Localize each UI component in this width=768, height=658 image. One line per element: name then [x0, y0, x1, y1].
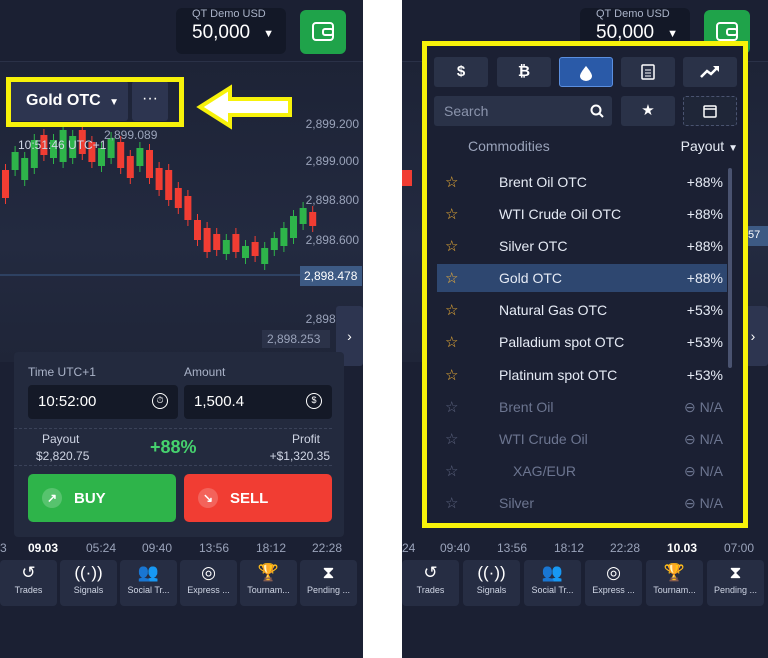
profit-value: +$1,320.35 [269, 449, 330, 463]
nav-pending[interactable]: ⧗ Pending ... [707, 560, 764, 606]
time-axis: 3 09.03 05:24 09:40 13:56 18:12 22:28 [0, 538, 363, 558]
nav-label: Express ... [592, 585, 635, 595]
arrow-up-right-icon: ↗ [42, 488, 62, 508]
current-price-tag: 57 [746, 226, 768, 246]
nav-label: Pending ... [306, 585, 351, 595]
nav-label: Signals [476, 585, 507, 595]
amount-input[interactable]: 1,500.4 $ [184, 385, 332, 419]
time-tick: 10.03 [667, 541, 698, 555]
right-screen: QT Demo USD 50,000 ▼ 57 › $ ₿ Search ★ C… [402, 0, 768, 658]
payout-percent: +88% [150, 437, 197, 457]
nav-label: Tournam... [653, 585, 696, 595]
nav-tournaments[interactable]: 🏆 Tournam... [240, 560, 297, 606]
clock-toggle-icon[interactable]: ⏱ [152, 393, 168, 409]
arrow-down-right-icon: ↘ [198, 488, 218, 508]
payout-row: Payout $2,820.75 +88% Profit +$1,320.35 [14, 428, 332, 466]
nav-label: Signals [73, 585, 104, 595]
amount-label: Amount [184, 365, 226, 379]
payout-value: $2,820.75 [36, 449, 90, 463]
users-icon: 👥 [137, 563, 160, 582]
profit-label: Profit [291, 432, 320, 446]
hourglass-icon: ⧗ [729, 563, 742, 582]
nav-label: Trades [416, 585, 445, 595]
signal-icon: ((·)) [74, 563, 103, 582]
account-type: QT Demo USD [596, 8, 670, 20]
time-tick: 09:40 [142, 541, 173, 555]
chevron-down-icon: ▼ [667, 28, 678, 40]
payout-label: Payout [42, 432, 80, 446]
highlight-box [422, 41, 748, 528]
bottom-nav: ↺ Trades ((·)) Signals 👥 Social Tr... ◎ Expr… [0, 560, 363, 606]
nav-signals[interactable]: ((·)) Signals [60, 560, 117, 606]
wallet-button[interactable] [300, 10, 346, 54]
time-tick: 07:00 [724, 541, 755, 555]
nav-label: Tournam... [247, 585, 290, 595]
time-label: Time UTC+1 [28, 365, 96, 379]
nav-label: Express ... [187, 585, 230, 595]
arrow-annotation-icon [196, 84, 292, 130]
account-balance-selector[interactable]: QT Demo USD 50,000 ▼ [176, 8, 286, 54]
time-tick: 13:56 [497, 541, 528, 555]
nav-social-trading[interactable]: 👥 Social Tr... [120, 560, 177, 606]
time-tick: 09.03 [28, 541, 59, 555]
price-marker: 2,899.089 [104, 128, 158, 142]
price-label: 2,899.000 [305, 154, 359, 168]
time-tick: 24 [402, 541, 416, 555]
dollar-icon[interactable]: $ [306, 393, 322, 409]
price-label: 2,899.200 [305, 117, 359, 131]
buy-button[interactable]: ↗ BUY [28, 474, 176, 522]
nav-label: Pending ... [713, 585, 758, 595]
amount-value: 1,500.4 [194, 393, 245, 410]
top-bar: QT Demo USD 50,000 ▼ [0, 0, 363, 62]
sell-button[interactable]: ↘ SELL [184, 474, 332, 522]
chevron-down-icon: ▼ [263, 28, 274, 40]
time-tick: 13:56 [199, 541, 230, 555]
time-axis: 24 09:40 13:56 18:12 22:28 10.03 07:00 [402, 538, 768, 558]
users-icon: 👥 [541, 563, 564, 582]
highlight-box [6, 77, 184, 127]
nav-express[interactable]: ◎ Express ... [585, 560, 642, 606]
account-type: QT Demo USD [192, 8, 266, 20]
nav-social-trading[interactable]: 👥 Social Tr... [524, 560, 581, 606]
time-tick: 18:12 [554, 541, 585, 555]
balance-value: 50,000 [192, 22, 251, 43]
nav-label: Trades [14, 585, 43, 595]
trophy-icon: 🏆 [257, 563, 280, 582]
trophy-icon: 🏆 [663, 563, 686, 582]
nav-pending[interactable]: ⧗ Pending ... [300, 560, 357, 606]
sell-label: SELL [230, 490, 269, 507]
history-icon: ↺ [423, 563, 438, 582]
time-tick: 05:24 [86, 541, 117, 555]
nav-label: Social Tr... [531, 585, 574, 595]
wallet-icon [312, 22, 334, 41]
low-price-tag: 2,898.253 [262, 330, 330, 348]
hourglass-icon: ⧗ [322, 563, 335, 582]
candle-fragment [402, 170, 412, 186]
time-tick: 18:12 [256, 541, 287, 555]
nav-tournaments[interactable]: 🏆 Tournam... [646, 560, 703, 606]
current-price-tag: 2,898.478 [300, 266, 362, 286]
time-tick: 22:28 [312, 541, 343, 555]
target-icon: ◎ [606, 563, 621, 582]
signal-icon: ((·)) [477, 563, 506, 582]
time-tick: 09:40 [440, 541, 471, 555]
nav-trades[interactable]: ↺ Trades [0, 560, 57, 606]
price-label: 2,898.800 [305, 193, 359, 207]
nav-label: Social Tr... [127, 585, 170, 595]
bottom-nav: ↺ Trades ((·)) Signals 👥 Social Tr... ◎ Expr… [402, 560, 768, 606]
time-input[interactable]: 10:52:00 ⏱ [28, 385, 178, 419]
nav-express[interactable]: ◎ Express ... [180, 560, 237, 606]
buy-label: BUY [74, 490, 106, 507]
time-tick: 3 [0, 541, 7, 555]
target-icon: ◎ [201, 563, 216, 582]
nav-signals[interactable]: ((·)) Signals [463, 560, 520, 606]
time-value: 10:52:00 [38, 393, 97, 410]
price-label: 2,898.600 [305, 233, 359, 247]
nav-trades[interactable]: ↺ Trades [402, 560, 459, 606]
time-tick: 22:28 [610, 541, 641, 555]
left-screen: QT Demo USD 50,000 ▼ 2,899.200 2,899.000… [0, 0, 363, 658]
chart-clock: 10:51:46 UTC+1 [18, 138, 107, 152]
history-icon: ↺ [21, 563, 36, 582]
